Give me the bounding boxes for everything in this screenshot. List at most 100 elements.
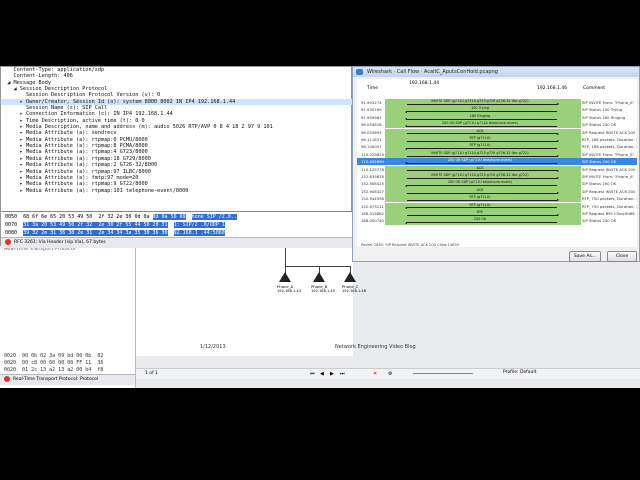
flow-message: ACK <box>476 165 484 170</box>
flow-row[interactable]: 110.092890 200 OK SDP (g711U telephone-ev… <box>357 158 637 166</box>
arrow-right-icon: ▸ <box>407 131 559 135</box>
flow-comment: SIP Status 180 Ringing <box>582 114 626 120</box>
flow-row[interactable]: 152.973211 RTP (g711U) ◂ RTP, 750 packets, … <box>357 202 637 210</box>
flow-row[interactable]: 152.839878 INVITE SDP (g711U g711A g723 g… <box>357 173 637 181</box>
flow-comment: RTP, 750 packets, Duration: 1 <box>582 203 637 209</box>
bytes-pane: Real-Time Transport Protocol 0020 00 0b … <box>0 244 136 388</box>
arrow-left-icon: ◂ <box>405 161 557 165</box>
flow-row[interactable]: 96.140057 RTP (g711U) ◂ RTP, 186 packets, D… <box>357 143 637 151</box>
flow-message: 200 OK SDP (g711U g711A telephone-event) <box>441 121 519 126</box>
flow-row[interactable]: 168.019882 BYE ▸ SIP Request BYE CSeq:6466 <box>357 210 637 218</box>
flow-time: 168.050740 <box>361 218 384 224</box>
flow-header: Time 192.168.1.44 192.168.1.46 Comment <box>357 79 637 98</box>
doc-toolbar: 1 of 1 ⏮ ◀ ▶ ⏭ <box>135 368 353 379</box>
flow-message: ACK <box>476 187 484 192</box>
hex-ascii: 1: SIP/2 .0/UDP 1 <box>173 222 225 228</box>
flow-message: INVITE SDP (g711U g711A g723 g729 g726-3… <box>431 99 529 103</box>
zoom-slider[interactable] <box>413 373 473 374</box>
save-as-button[interactable]: Save As... <box>569 251 601 262</box>
flow-time: 96.053693 <box>361 129 382 135</box>
flow-row[interactable]: 96.111831 RTP (g711U) ▸ RTP, 186 packets, D… <box>357 136 637 144</box>
flow-row[interactable]: 110.029829 INVITE SDP (g711U g711A g723 g… <box>357 150 637 158</box>
flow-message: ACK <box>476 128 484 133</box>
hex-row[interactable]: 0080 39 32 2e 31 36 38 2e 31 2e 34 34 3a… <box>5 229 225 237</box>
hex-row: 0020 00 c8 00 60 00 00 FF 11 36 <box>4 360 104 366</box>
flow-message: INVITE SDP (g711U g711A g723 g729 g726-3… <box>431 173 529 177</box>
dialog-titlebar[interactable]: Wireshark · Call Flow · AcaltC_AputsConH… <box>353 67 639 77</box>
flow-row[interactable]: 168.050740 200 OK ◂ SIP Status 200 OK <box>357 217 637 225</box>
flow-message: INVITE SDP (g711U g711A g723 g729 g726-3… <box>431 150 529 155</box>
time-column-header: Time <box>367 86 379 91</box>
nav-prev-icon[interactable]: ◀ <box>320 371 324 377</box>
flow-time: 168.019882 <box>361 211 384 216</box>
flow-row[interactable]: 96.050818 200 OK SDP (g711U g711A telepho… <box>357 121 637 129</box>
nav-next-icon[interactable]: ▶ <box>330 371 334 377</box>
flow-row[interactable]: 91.903274 INVITE SDP (g711U g711A g723 g7… <box>357 99 637 107</box>
flow-message: 200 OK SDP (g711U telephone-event) <box>447 158 513 163</box>
close-button[interactable]: Close <box>607 251 637 262</box>
arrow-left-icon: ◂ <box>405 220 557 224</box>
network-link <box>285 266 319 267</box>
gear-icon[interactable]: ⚙ <box>388 371 392 377</box>
flow-row[interactable]: 152.908425 200 OK SDP (g711U telephone-ev… <box>357 180 637 188</box>
hex-bytes-selected: 39 32 2e 31 36 38 2e 31 2e 34 34 3a 35 3… <box>23 230 168 236</box>
flow-comment: RTP, 186 packets, Duration: 3 <box>582 137 637 142</box>
flow-row[interactable]: 91.959983 180 Ringing ◂ SIP Status 180 Ring… <box>357 113 637 121</box>
tree-status-text: RFC 3261: Via Header (sip.Via), 67 bytes <box>14 240 106 245</box>
phone-node: Phone_C 192.168.1.46 <box>342 272 366 302</box>
flow-comment: SIP Status 200 OK <box>582 159 617 165</box>
flow-comment: SIP Request BYE CSeq:6466 <box>582 211 635 216</box>
arrow-right-icon: ▸ <box>407 176 559 180</box>
hex-ascii: hone SIP /2.0.. <box>191 214 237 220</box>
flow-comment: SIP Request INVITE ACK 200 <box>582 129 636 135</box>
nav-last-icon[interactable]: ⏭ <box>340 371 345 377</box>
flow-time: 152.839878 <box>361 174 384 179</box>
flow-message: 200 OK <box>473 217 487 222</box>
status-indicator-icon <box>4 375 10 382</box>
packet-tree[interactable]: Content-Type: application/sdp Content-Le… <box>1 67 353 210</box>
flow-comment: SIP Status 100 Trying <box>582 107 623 113</box>
arrow-right-icon: ▸ <box>407 154 559 158</box>
zoom-toolbar: ✕ ⚙ Profile: Default <box>353 368 640 379</box>
phone-icon <box>344 272 356 282</box>
hex-bytes: 68 6f 6e 65 20 53 49 50 2f 32 2e 30 0d 0… <box>23 214 153 220</box>
page-indicator: 1 of 1 <box>145 371 158 376</box>
flow-row[interactable]: 152.908427 ACK ▸ SIP Request INVITE ACK 200 <box>357 187 637 195</box>
nav-first-icon[interactable]: ⏮ <box>310 371 315 377</box>
flow-time: 110.029829 <box>361 151 384 157</box>
arrow-right-icon: ▸ <box>407 213 559 217</box>
flow-comment: SIP Status 200 OK <box>582 218 617 224</box>
arrow-right-icon: ▸ <box>407 198 559 202</box>
flow-time: 110.129778 <box>361 166 384 172</box>
arrow-right-icon: ▸ <box>407 191 559 195</box>
flow-message: 180 Ringing <box>469 113 491 118</box>
arrow-left-icon: ◂ <box>405 117 557 121</box>
hex-row[interactable]: 0050 68 6f 6e 65 20 53 49 50 2f 32 2e 30… <box>5 213 237 221</box>
flow-comment: SIP Request INVITE ACK 200 <box>582 166 636 172</box>
flow-time: 152.908425 <box>361 181 384 187</box>
dialog-note: Packet 2885: SIP Request INVITE ACK 200 … <box>361 243 459 247</box>
arrow-left-icon: ◂ <box>405 183 557 187</box>
dialog-title: Wireshark · Call Flow · AcaltC_AputsConH… <box>367 69 498 75</box>
flow-message: BYE <box>476 210 484 214</box>
flow-time: 96.111831 <box>361 137 382 142</box>
flow-time: 91.959983 <box>361 114 382 120</box>
packet-bytes[interactable]: 0050 68 6f 6e 65 20 53 49 50 2f 32 2e 30… <box>1 211 353 238</box>
flow-row[interactable]: 91.930765 100 Trying ◂ SIP Status 100 Tryin… <box>357 106 637 114</box>
flow-row[interactable]: 110.129778 ACK ▸ SIP Request INVITE ACK 200 <box>357 165 637 173</box>
flow-comment: SIP Request INVITE ACK 200 <box>582 188 636 194</box>
flow-row[interactable]: 152.944598 RTP (g711U) ▸ RTP, 750 packets, … <box>357 195 637 203</box>
flow-diagram[interactable]: 91.903274 INVITE SDP (g711U g711A g723 g7… <box>357 97 637 247</box>
phone-ip: 192.168.1.44 <box>277 289 302 293</box>
status-indicator-icon <box>5 238 11 245</box>
lower-status-bar: Real-Time Transport Protocol: Protocol <box>0 374 135 385</box>
close-icon[interactable]: ✕ <box>373 371 377 377</box>
flow-row[interactable]: 96.053693 ACK ▸ SIP Request INVITE ACK 200 <box>357 128 637 136</box>
hex-row[interactable]: 0070 31 3a 20 53 49 50 2f 32 2e 30 2f 55… <box>5 221 225 229</box>
arrow-left-icon: ◂ <box>405 205 557 209</box>
flow-comment: SIP INVITE From: "Phone_A" <box>582 151 635 157</box>
wireshark-logo-icon <box>356 69 363 75</box>
flow-time: 110.092890 <box>361 159 384 165</box>
tree-line[interactable]: ▸ Media Attribute (a): rtpmap:101 teleph… <box>1 188 353 194</box>
flow-message: RTP (g711U) <box>469 195 491 200</box>
